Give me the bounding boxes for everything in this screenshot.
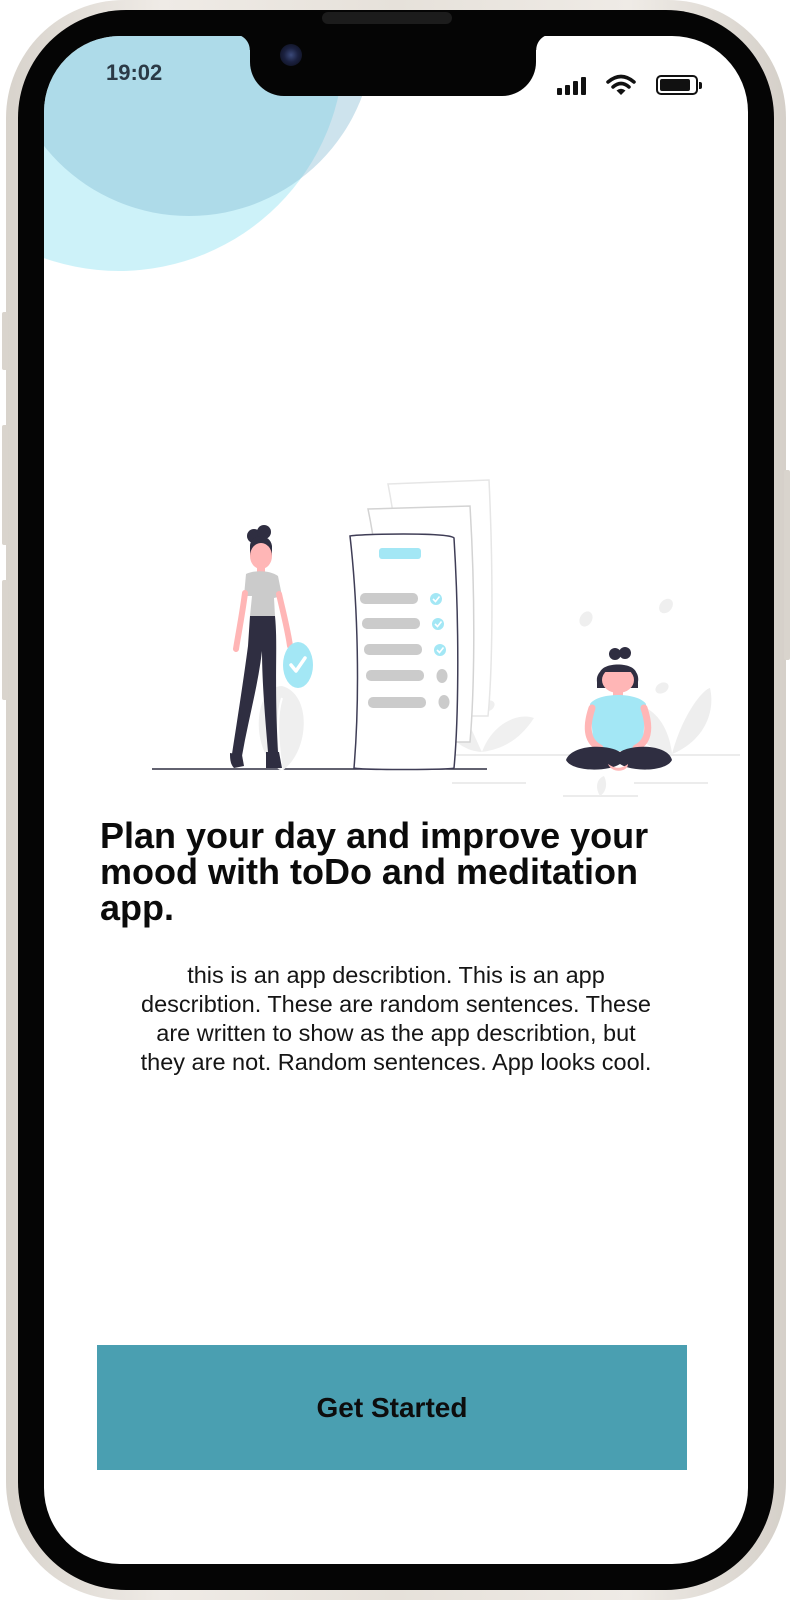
get-started-button[interactable]: Get Started <box>97 1345 687 1470</box>
onboarding-description: this is an app describtion. This is an a… <box>140 962 652 1075</box>
onboarding-headline: Plan your day and improve your mood with… <box>100 815 649 928</box>
phone-side-button <box>784 470 790 660</box>
status-icons <box>557 74 702 96</box>
phone-side-button <box>2 580 8 700</box>
phone-side-button <box>2 425 8 545</box>
app-screen: 19:02 Plan your day and improve your moo… <box>44 36 748 1564</box>
battery-icon <box>656 75 702 95</box>
wifi-icon <box>606 74 636 95</box>
earpiece-speaker <box>322 12 452 24</box>
camera-notch <box>234 36 552 96</box>
signal-icon <box>557 75 586 95</box>
status-time: 19:02 <box>106 60 163 85</box>
onboarding-illustration <box>152 479 740 797</box>
phone-side-button <box>2 312 8 370</box>
camera-icon <box>280 44 302 66</box>
